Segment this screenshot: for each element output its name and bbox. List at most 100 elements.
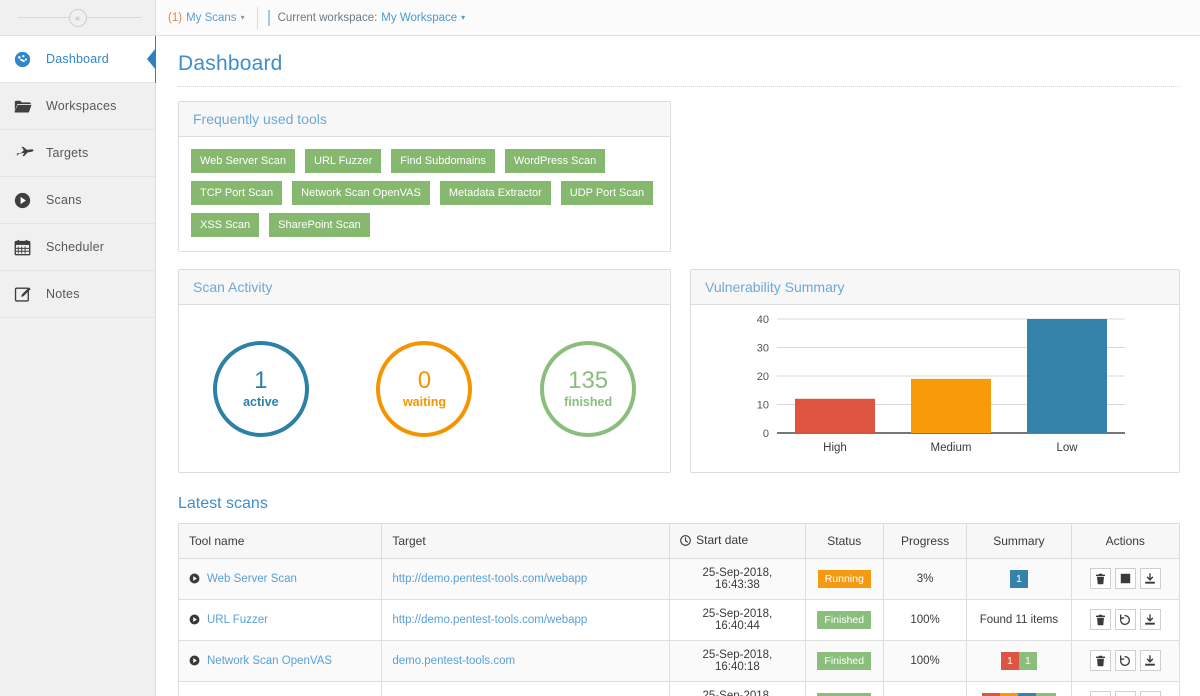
cell-actions — [1071, 558, 1179, 599]
scan-activity-column: Scan Activity 1active0waiting135finished — [178, 269, 671, 473]
target-link[interactable]: http://demo.pentest-tools.com/webapp — [392, 614, 587, 626]
tool-tag[interactable]: SharePoint Scan — [269, 213, 370, 237]
delete-icon[interactable] — [1090, 691, 1111, 696]
rerun-icon[interactable] — [1115, 650, 1136, 671]
column-header-start-date[interactable]: Start date — [670, 524, 806, 559]
cell-tool-name: Web Server Scan — [179, 681, 382, 696]
vulnerability-summary-title: Vulnerability Summary — [691, 270, 1179, 305]
cell-progress: 100% — [883, 599, 966, 640]
cell-summary: Found 11 items — [967, 599, 1071, 640]
my-scans-menu[interactable]: (1) My Scans ▾ — [168, 7, 258, 29]
page-title: Dashboard — [178, 36, 1180, 86]
cell-status: Finished — [805, 599, 883, 640]
cell-target: http://demo.pentest-tools.com/webapp — [382, 558, 670, 599]
tool-tag[interactable]: URL Fuzzer — [305, 149, 381, 173]
tool-tag[interactable]: Network Scan OpenVAS — [292, 181, 430, 205]
scan-activity-stats: 1active0waiting135finished — [179, 305, 670, 472]
cell-actions — [1071, 640, 1179, 681]
sidebar-item-scheduler[interactable]: Scheduler — [0, 224, 155, 271]
workspace-selector[interactable]: Current workspace: My Workspace ▾ — [268, 10, 466, 26]
tool-tag[interactable]: XSS Scan — [191, 213, 259, 237]
summary-badges: 11 — [977, 652, 1060, 670]
target-link[interactable]: http://demo.pentest-tools.com/webapp — [392, 573, 587, 585]
column-header-actions[interactable]: Actions — [1071, 524, 1179, 559]
summary-badges: 56312 — [977, 693, 1060, 696]
scan-stat-label: finished — [564, 395, 612, 409]
table-row[interactable]: Web Server Scanhttp://demo.pentest-tools… — [179, 681, 1180, 696]
download-icon[interactable] — [1140, 609, 1161, 630]
cell-tool-name: Network Scan OpenVAS — [179, 640, 382, 681]
sidebar-item-workspaces[interactable]: Workspaces — [0, 83, 155, 130]
tool-name-link[interactable]: Network Scan OpenVAS — [207, 655, 332, 667]
latest-scans-title: Latest scans — [178, 473, 1180, 523]
column-header-summary[interactable]: Summary — [967, 524, 1071, 559]
tool-name-link[interactable]: URL Fuzzer — [207, 614, 268, 626]
tool-tag[interactable]: Find Subdomains — [391, 149, 495, 173]
scan-activity-panel: Scan Activity 1active0waiting135finished — [178, 269, 671, 473]
column-header-target[interactable]: Target — [382, 524, 670, 559]
stop-icon[interactable] — [1115, 568, 1136, 589]
cell-progress: 3% — [883, 558, 966, 599]
y-axis-tick-label: 0 — [763, 428, 769, 440]
sidebar-collapse-button[interactable]: « — [69, 9, 87, 27]
x-axis-tick-label: Low — [1056, 442, 1078, 454]
sidebar-item-label: Scheduler — [40, 240, 104, 254]
status-badge: Finished — [817, 693, 871, 696]
tool-tag[interactable]: UDP Port Scan — [561, 181, 653, 205]
column-header-tool-name[interactable]: Tool name — [179, 524, 382, 559]
play-small-icon — [189, 655, 200, 666]
rerun-icon[interactable] — [1115, 609, 1136, 630]
cell-actions — [1071, 599, 1179, 640]
y-axis-tick-label: 20 — [757, 371, 769, 383]
delete-icon[interactable] — [1090, 609, 1111, 630]
status-badge: Running — [818, 570, 871, 588]
delete-icon[interactable] — [1090, 650, 1111, 671]
summary-badge: 1 — [1001, 652, 1019, 670]
delete-icon[interactable] — [1090, 568, 1111, 589]
column-header-progress[interactable]: Progress — [883, 524, 966, 559]
vulnerability-summary-panel: Vulnerability Summary 010203040HighMediu… — [690, 269, 1180, 473]
sidebar-item-scans[interactable]: Scans — [0, 177, 155, 224]
y-axis-tick-label: 40 — [757, 314, 769, 326]
column-header-status[interactable]: Status — [805, 524, 883, 559]
tool-tag[interactable]: TCP Port Scan — [191, 181, 282, 205]
sidebar-item-label: Targets — [40, 146, 88, 160]
sidebar-item-label: Dashboard — [40, 52, 109, 66]
download-icon[interactable] — [1140, 691, 1161, 696]
download-icon[interactable] — [1140, 650, 1161, 671]
tool-tag[interactable]: Web Server Scan — [191, 149, 295, 173]
cell-target: http://demo.pentest-tools.com/webapp/ — [382, 681, 670, 696]
chevron-down-icon: ▾ — [461, 13, 465, 22]
cell-target: demo.pentest-tools.com — [382, 640, 670, 681]
tool-tag[interactable]: WordPress Scan — [505, 149, 605, 173]
latest-scans-table: Tool nameTargetStart dateStatusProgressS… — [178, 523, 1180, 696]
chevron-down-icon: ▾ — [241, 13, 245, 22]
scan-activity-title: Scan Activity — [179, 270, 670, 305]
workspace-value[interactable]: My Workspace — [381, 12, 457, 24]
summary-badge: 5 — [982, 693, 1000, 696]
bar-low — [1027, 319, 1107, 433]
cell-tool-name: Web Server Scan — [179, 558, 382, 599]
tool-name-link[interactable]: Web Server Scan — [207, 573, 297, 585]
rerun-icon[interactable] — [1115, 691, 1136, 696]
sidebar-item-notes[interactable]: Notes — [0, 271, 155, 318]
table-row[interactable]: URL Fuzzer http://demo.pentest-tools.com/… — [179, 599, 1180, 640]
table-row[interactable]: Network Scan OpenVAS demo.pentest-tools.c… — [179, 640, 1180, 681]
sidebar-item-targets[interactable]: Targets — [0, 130, 155, 177]
sidebar-item-dashboard[interactable]: Dashboard — [0, 36, 155, 83]
table-row[interactable]: Web Server Scan http://demo.pentest-tools… — [179, 558, 1180, 599]
y-axis-tick-label: 30 — [757, 343, 769, 355]
bar-medium — [911, 379, 991, 433]
tool-tag[interactable]: Metadata Extractor — [440, 181, 551, 205]
bar-chart-svg: 010203040HighMediumLow — [725, 305, 1145, 465]
cell-summary: 1 — [967, 558, 1071, 599]
play-small-icon — [189, 614, 200, 625]
scan-stat-count: 1 — [254, 368, 267, 394]
target-link[interactable]: demo.pentest-tools.com — [392, 655, 515, 667]
sidebar-item-label: Workspaces — [40, 99, 117, 113]
x-axis-tick-label: High — [823, 442, 847, 454]
y-axis-tick-label: 10 — [757, 400, 769, 412]
download-icon[interactable] — [1140, 568, 1161, 589]
scan-stat-active: 1active — [213, 341, 309, 437]
play-circle-icon — [14, 192, 40, 209]
